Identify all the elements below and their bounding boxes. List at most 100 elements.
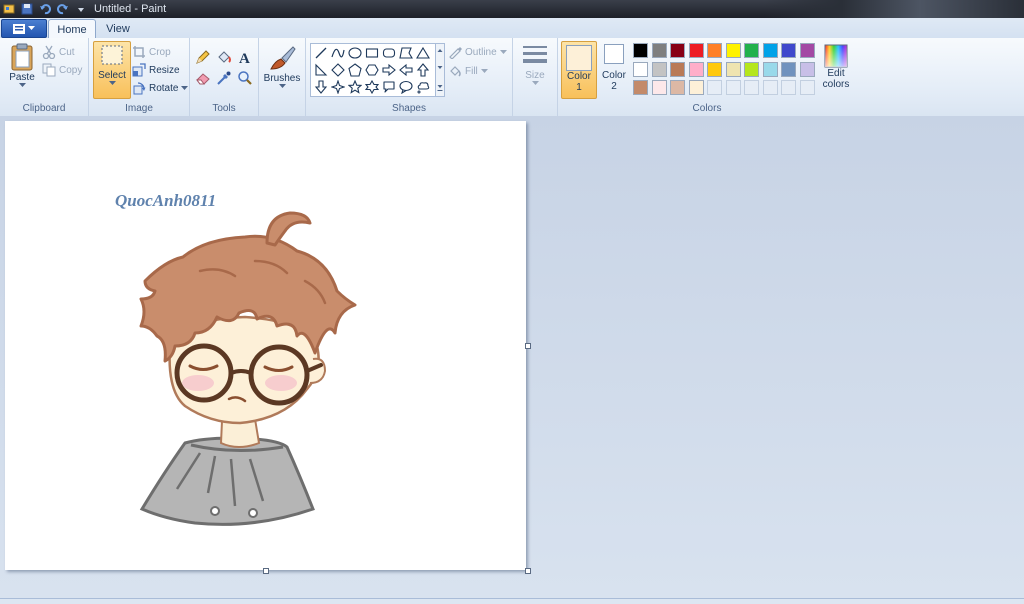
palette-swatch[interactable] [725, 61, 741, 77]
shape-pentagon[interactable] [346, 61, 363, 78]
palette-custom-slot[interactable] [799, 80, 815, 95]
palette-custom-slot[interactable] [744, 80, 759, 95]
rotate-button[interactable]: Rotate [132, 81, 189, 95]
left-arrow-shape-icon [398, 63, 413, 76]
palette-swatch[interactable] [725, 43, 741, 58]
shape-four-point-star[interactable] [329, 78, 346, 95]
shape-rounded-rectangle[interactable] [380, 44, 397, 61]
palette-custom-slot[interactable] [707, 80, 722, 95]
palette-swatch[interactable] [762, 61, 778, 77]
shape-line[interactable] [312, 44, 329, 61]
palette-swatch[interactable] [744, 61, 759, 77]
shape-cloud-callout[interactable] [414, 78, 431, 95]
palette-swatch[interactable] [633, 80, 648, 95]
eraser-tool[interactable] [194, 69, 212, 87]
shape-left-arrow[interactable] [397, 61, 414, 78]
palette-swatch[interactable] [799, 43, 815, 58]
color-picker-tool[interactable] [215, 69, 233, 87]
work-area: QuocAnh0811 [0, 116, 1024, 598]
shape-oval-callout[interactable] [397, 78, 414, 95]
palette-swatch[interactable] [707, 61, 722, 77]
rounded-callout-shape-icon [382, 80, 395, 93]
canvas-resize-handle-corner[interactable] [525, 568, 531, 574]
shape-up-arrow[interactable] [414, 61, 431, 78]
palette-swatch[interactable] [744, 43, 759, 58]
redo-icon[interactable] [56, 2, 70, 16]
five-point-star-shape-icon [347, 79, 362, 94]
drawing-glasses-bridge [230, 369, 252, 375]
save-icon[interactable] [20, 2, 34, 16]
shape-right-triangle[interactable] [312, 61, 329, 78]
shape-polygon[interactable] [397, 44, 414, 61]
shape-rounded-callout[interactable] [380, 78, 397, 95]
shape-rectangle[interactable] [363, 44, 380, 61]
fill-tool[interactable] [215, 48, 233, 66]
palette-swatch[interactable] [799, 61, 815, 77]
copy-button[interactable]: Copy [42, 63, 82, 77]
colors-group: Color 1 Color 2 Edit colors Colors [558, 38, 856, 116]
palette-custom-slot[interactable] [762, 80, 778, 95]
palette-swatch[interactable] [781, 61, 796, 77]
text-tool[interactable]: A [236, 48, 254, 66]
cut-button[interactable]: Cut [42, 45, 75, 59]
shapes-gallery-scrollbar[interactable] [435, 43, 445, 97]
palette-swatch[interactable] [688, 43, 704, 58]
size-button[interactable]: Size [519, 44, 551, 86]
palette-swatch[interactable] [633, 43, 648, 58]
palette-swatch[interactable] [651, 61, 667, 77]
palette-swatch[interactable] [781, 43, 796, 58]
palette-swatch[interactable] [651, 43, 667, 58]
palette-swatch[interactable] [651, 80, 667, 95]
resize-button[interactable]: Resize [132, 63, 180, 77]
palette-swatch[interactable] [688, 80, 704, 95]
application-menu-button[interactable] [1, 19, 47, 38]
app-menu-icon [13, 23, 25, 34]
brushes-button[interactable]: Brushes [263, 43, 301, 89]
palette-custom-slot[interactable] [725, 80, 741, 95]
paste-button[interactable]: Paste [6, 42, 38, 88]
pencil-tool[interactable] [194, 48, 212, 66]
outline-button[interactable]: Outline [448, 45, 507, 59]
drawing-canvas[interactable]: QuocAnh0811 [5, 121, 526, 570]
triangle-shape-icon [415, 46, 430, 59]
color-1-button[interactable]: Color 1 [561, 41, 597, 99]
shape-diamond[interactable] [329, 61, 346, 78]
undo-icon[interactable] [38, 2, 52, 16]
palette-swatch[interactable] [670, 61, 685, 77]
paint-app-icon[interactable] [2, 2, 16, 16]
shape-curve[interactable] [329, 44, 346, 61]
fill-button[interactable]: Fill [448, 64, 488, 78]
palette-custom-slot[interactable] [781, 80, 796, 95]
crop-button[interactable]: Crop [132, 45, 171, 59]
edit-colors-button[interactable]: Edit colors [818, 44, 854, 90]
shape-six-point-star[interactable] [363, 78, 380, 95]
magnifier-tool[interactable] [236, 69, 254, 87]
palette-swatch[interactable] [633, 61, 648, 77]
palette-swatch[interactable] [707, 43, 722, 58]
shape-oval[interactable] [346, 44, 363, 61]
down-arrow-shape-icon [314, 79, 327, 94]
hexagon-shape-icon [364, 63, 379, 76]
palette-swatch[interactable] [670, 43, 685, 58]
tab-view[interactable]: View [98, 19, 138, 38]
shape-hexagon[interactable] [363, 61, 380, 78]
clipboard-group: Paste Cut Copy Clipboard [0, 38, 89, 116]
palette-swatch[interactable] [688, 61, 704, 77]
shape-down-arrow[interactable] [312, 78, 329, 95]
color-2-button[interactable]: Color 2 [599, 44, 629, 92]
shape-right-arrow[interactable] [380, 61, 397, 78]
customize-toolbar-icon[interactable] [74, 2, 88, 16]
tab-home[interactable]: Home [48, 19, 96, 39]
palette-swatch[interactable] [670, 80, 685, 95]
shape-five-point-star[interactable] [346, 78, 363, 95]
window-controls-area [764, 0, 1024, 18]
canvas-resize-handle-right[interactable] [525, 343, 531, 349]
palette-swatch[interactable] [762, 43, 778, 58]
diamond-shape-icon [330, 62, 345, 77]
four-point-star-shape-icon [330, 79, 345, 94]
select-button[interactable]: Select [93, 41, 131, 99]
shape-triangle[interactable] [414, 44, 431, 61]
canvas-resize-handle-bottom[interactable] [263, 568, 269, 574]
drawing-blush-right [265, 375, 297, 391]
chevron-down-icon [531, 81, 539, 85]
